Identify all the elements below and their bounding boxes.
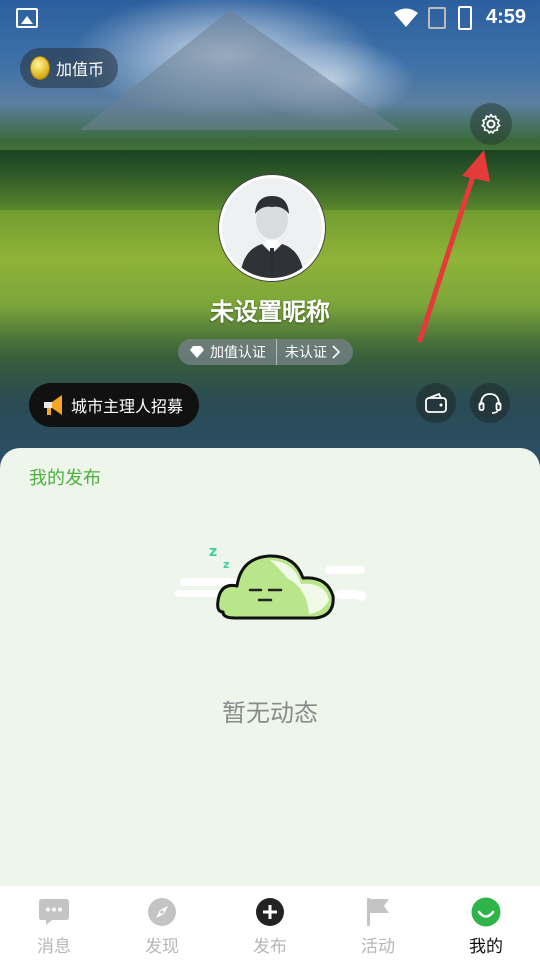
nav-item-discover[interactable]: 发现 [108,886,216,960]
coin-label: 加值币 [56,60,105,79]
my-posts-title: 我的发布 [29,468,101,489]
nav-label: 消息 [37,937,71,957]
headset-icon [478,393,502,414]
sleeping-cloud-icon: z z [175,544,366,620]
nav-item-me[interactable]: 我的 [432,886,540,960]
flag-icon [362,896,394,928]
no-sim-icon [428,7,446,29]
verify-status: 未认证 [285,345,327,361]
compass-icon [146,896,178,928]
nav-label: 发现 [145,937,179,957]
smile-face-icon [470,896,502,928]
my-posts-panel: 我的发布 z z 暂无动态 [0,448,540,888]
wallet-icon [425,393,447,413]
chat-bubble-icon [38,896,70,928]
avatar[interactable] [219,175,325,281]
recruit-label: 城市主理人招募 [71,397,184,416]
nav-label: 我的 [469,937,503,957]
plus-circle-icon [254,896,286,928]
default-avatar-icon [222,178,322,278]
nickname[interactable]: 未设置昵称 [0,292,540,327]
image-notification-icon [16,8,38,28]
empty-state-text: 暂无动态 [222,699,318,727]
customer-service-button[interactable] [470,383,510,423]
diamond-icon [190,346,204,358]
gear-icon [481,113,501,134]
verify-label: 加值认证 [210,345,266,361]
nav-label: 活动 [361,937,395,957]
status-bar: 4:59 [0,0,540,36]
nav-item-publish[interactable]: 发布 [216,886,324,960]
verify-status-section: 未认证 [277,342,353,362]
verify-label-section: 加值认证 [178,339,277,365]
bottom-navigation: 消息 发现 发布 活动 我的 [0,886,540,960]
svg-text:z: z [209,544,217,560]
nav-item-activities[interactable]: 活动 [324,886,432,960]
verification-badge[interactable]: 加值认证 未认证 [178,339,353,365]
wallet-button[interactable] [416,383,456,423]
wifi-icon [394,8,418,27]
megaphone-icon [44,395,62,415]
coin-balance-chip[interactable]: 加值币 [20,48,119,88]
nav-item-messages[interactable]: 消息 [0,886,108,960]
coin-icon [30,56,50,80]
settings-button[interactable] [470,103,512,145]
nav-label: 发布 [253,937,287,957]
status-time: 4:59 [486,6,527,28]
svg-text:z: z [223,558,229,571]
city-manager-recruit-button[interactable]: 城市主理人招募 [29,383,200,427]
battery-icon [458,6,472,30]
chevron-right-icon [332,345,341,359]
